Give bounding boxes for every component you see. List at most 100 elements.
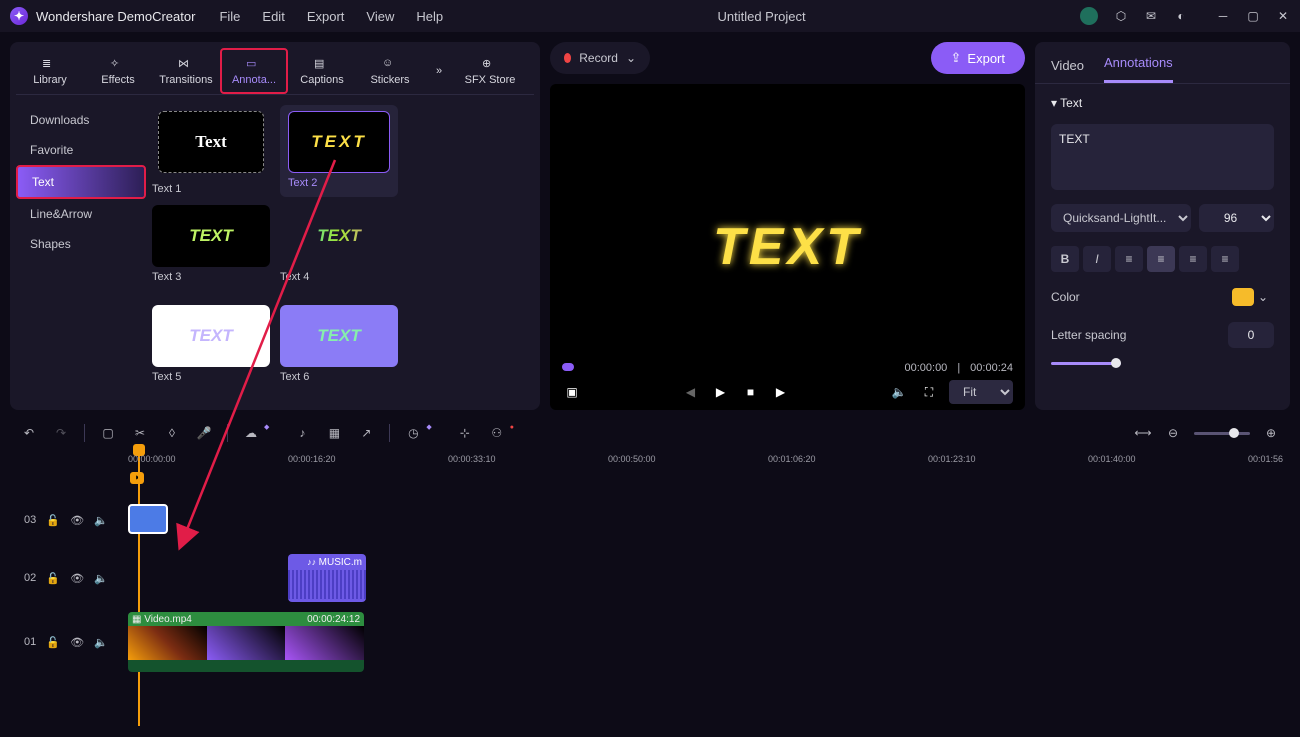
rtab-video[interactable]: Video (1051, 58, 1084, 83)
preset-text-4[interactable]: TEXTText 4 (280, 205, 398, 297)
preset-text-3[interactable]: TEXTText 3 (152, 205, 270, 297)
letter-spacing-slider[interactable] (1051, 362, 1121, 365)
volume-icon[interactable]: 🔈 (889, 382, 909, 402)
tab-more[interactable]: » (424, 48, 454, 94)
cloud-icon[interactable]: ⬡ (1114, 9, 1128, 23)
lock-icon[interactable]: 🔓 (46, 571, 60, 585)
lock-icon[interactable]: 🔓 (46, 635, 60, 649)
preset-text-1[interactable]: TextText 1 (152, 105, 270, 197)
menu-view[interactable]: View (366, 9, 394, 24)
align-center-button[interactable]: ≡ (1147, 246, 1175, 272)
letter-spacing-label: Letter spacing (1051, 328, 1126, 342)
eye-icon[interactable]: 👁 (70, 513, 84, 527)
record-icon (564, 53, 571, 63)
zoom-out-icon[interactable]: ⊖ (1164, 424, 1182, 442)
menu-edit[interactable]: Edit (262, 9, 284, 24)
letter-spacing-input[interactable] (1228, 322, 1274, 348)
prev-frame-icon[interactable]: ◀ (681, 382, 701, 402)
mute-icon[interactable]: 🔈 (94, 571, 108, 585)
play-icon[interactable]: ▶ (711, 382, 731, 402)
cat-shapes[interactable]: Shapes (16, 229, 146, 259)
preset-text-2[interactable]: TEXTText 2 (280, 105, 398, 197)
bold-button[interactable]: B (1051, 246, 1079, 272)
menu-help[interactable]: Help (416, 9, 443, 24)
fullscreen-icon[interactable]: ⛶ (919, 382, 939, 402)
mute-icon[interactable]: 🔈 (94, 635, 108, 649)
eye-icon[interactable]: 👁 (70, 635, 84, 649)
next-frame-icon[interactable]: ▶ (771, 382, 791, 402)
redo-icon[interactable]: ↷ (52, 424, 70, 442)
tab-sfx-store[interactable]: ⊕SFX Store (454, 48, 526, 94)
snapshot-icon[interactable]: ▣ (562, 382, 582, 402)
stop-icon[interactable]: ■ (741, 382, 761, 402)
maximize-icon[interactable]: ▢ (1246, 9, 1260, 23)
properties-pane: Video Annotations ▾ Text Quicksand-Light… (1035, 42, 1290, 410)
mute-icon[interactable]: 🔈 (94, 513, 108, 527)
account-icon[interactable] (1080, 7, 1098, 25)
zoom-slider[interactable] (1194, 432, 1250, 435)
minimize-icon[interactable]: ─ (1216, 9, 1230, 23)
rtab-annotations[interactable]: Annotations (1104, 55, 1173, 83)
font-select[interactable]: Quicksand-LightIt... (1051, 204, 1191, 232)
align-left-button[interactable]: ≡ (1115, 246, 1143, 272)
pan-zoom-icon[interactable]: ↗ (357, 424, 375, 442)
font-size-input[interactable]: 96 (1199, 204, 1274, 232)
headset-icon[interactable]: ◐ (1174, 9, 1188, 23)
split-icon[interactable]: ✂ (131, 424, 149, 442)
marker-icon[interactable]: ◊ (163, 424, 181, 442)
sub-video-smart-icon[interactable]: ⚇ (488, 424, 506, 442)
tab-transitions[interactable]: ⋈Transitions (152, 48, 220, 94)
tab-library[interactable]: ≣Library (16, 48, 84, 94)
clip-audio[interactable]: ♪♪ MUSIC.m (288, 554, 366, 602)
timeline-ruler[interactable]: ◗ 00:00:00:00 00:00:16:20 00:00:33:10 00… (10, 448, 1290, 472)
greenscreen-icon[interactable]: ▦ (325, 424, 343, 442)
italic-button[interactable]: I (1083, 246, 1111, 272)
titlebar-right: ⬡ ✉ ◐ ─ ▢ ✕ (1080, 7, 1290, 25)
lock-icon[interactable]: 🔓 (46, 513, 60, 527)
close-icon[interactable]: ✕ (1276, 9, 1290, 23)
preview-viewport: TEXT 00:00:00 | 00:00:24 ▣ ◀ ▶ ■ ▶ 🔈 ⛶ F… (550, 84, 1025, 410)
undo-icon[interactable]: ↶ (20, 424, 38, 442)
cat-text[interactable]: Text (16, 165, 146, 199)
preset-text-5[interactable]: TEXTText 5 (152, 305, 270, 397)
align-justify-button[interactable]: ≡ (1211, 246, 1239, 272)
cat-favorite[interactable]: Favorite (16, 135, 146, 165)
adjust-icon[interactable]: ⊹ (456, 424, 474, 442)
preview-progress-bar[interactable] (562, 366, 894, 370)
section-text-header[interactable]: ▾ Text (1051, 96, 1274, 110)
time-total: 00:00:24 (970, 362, 1013, 374)
preset-text-6[interactable]: TEXTText 6 (280, 305, 398, 397)
tab-effects[interactable]: ✧Effects (84, 48, 152, 94)
clip-video[interactable]: ▦ Video.mp400:00:24:12 (128, 612, 364, 672)
record-button[interactable]: Record ⌄ (550, 42, 650, 74)
speed-icon[interactable]: ◷ (404, 424, 422, 442)
zoom-in-icon[interactable]: ⊕ (1262, 424, 1280, 442)
timeline-pane: ↶ ↷ ▢ ✂ ◊ 🎤 ☁◆ ♪ ▦ ↗ ◷◆ ⊹ ⚇● ⟷ ⊖ ⊕ ◗ 00:… (0, 410, 1300, 737)
chevron-down-icon[interactable]: ⌄ (626, 51, 636, 65)
track-1: 01 🔓 👁 🔈 ▦ Video.mp400:00:24:12 (10, 612, 1290, 672)
fit-select[interactable]: Fit (949, 380, 1013, 404)
menu-export[interactable]: Export (307, 9, 345, 24)
crop-icon[interactable]: ▢ (99, 424, 117, 442)
track-2: 02 🔓 👁 🔈 ♪♪ MUSIC.m (10, 554, 1290, 602)
color-picker[interactable]: ⌄ (1232, 286, 1274, 308)
text-value-input[interactable] (1051, 124, 1274, 190)
export-button[interactable]: ⇪ Export (931, 42, 1025, 74)
tab-stickers[interactable]: ☺Stickers (356, 48, 424, 94)
audio-edit-icon[interactable]: ♪ (293, 424, 311, 442)
title-bar: ✦ Wondershare DemoCreator File Edit Expo… (0, 0, 1300, 32)
denoise-icon[interactable]: ☁ (242, 424, 260, 442)
main-menu: File Edit Export View Help (219, 9, 443, 24)
align-right-button[interactable]: ≡ (1179, 246, 1207, 272)
tab-annotations[interactable]: ▭Annota... (220, 48, 288, 94)
tab-captions[interactable]: ▤Captions (288, 48, 356, 94)
eye-icon[interactable]: 👁 (70, 571, 84, 585)
track-3: 03 🔓 👁 🔈 (10, 496, 1290, 544)
fit-timeline-icon[interactable]: ⟷ (1134, 424, 1152, 442)
voiceover-icon[interactable]: 🎤 (195, 424, 213, 442)
clip-text[interactable] (128, 504, 168, 534)
menu-file[interactable]: File (219, 9, 240, 24)
cat-line-arrow[interactable]: Line&Arrow (16, 199, 146, 229)
message-icon[interactable]: ✉ (1144, 9, 1158, 23)
cat-downloads[interactable]: Downloads (16, 105, 146, 135)
